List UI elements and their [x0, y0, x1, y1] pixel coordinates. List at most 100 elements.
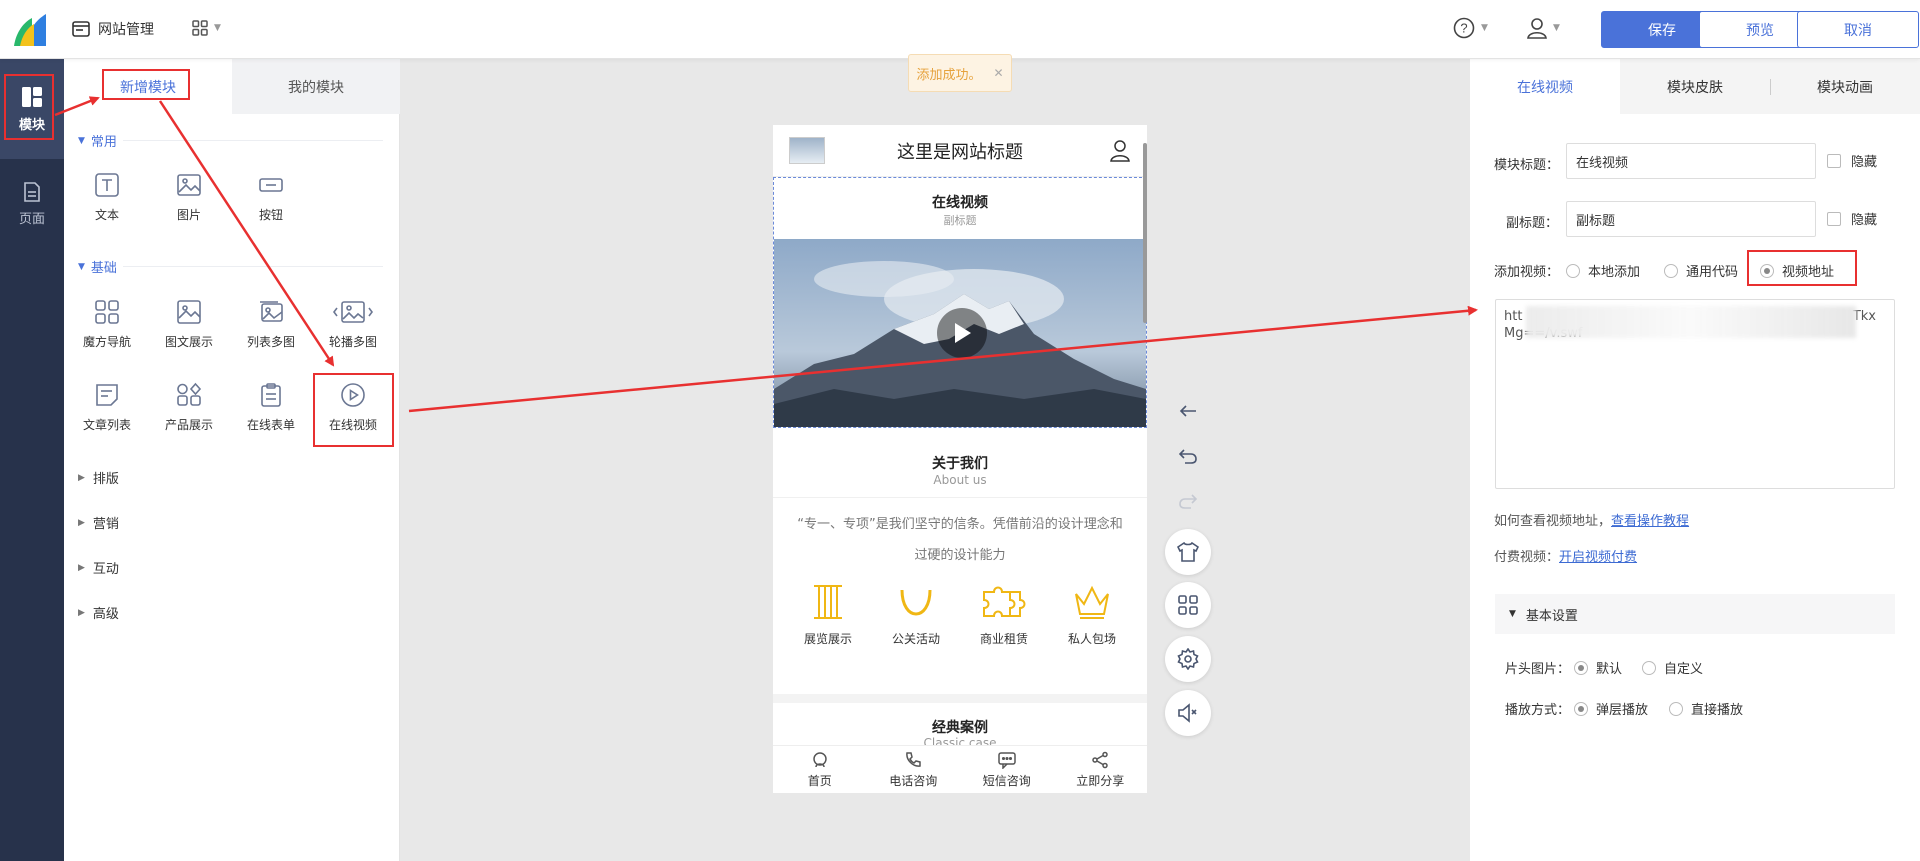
phone-scrollbar[interactable] [1143, 143, 1147, 323]
undo-button[interactable] [1165, 433, 1211, 479]
module-title-input[interactable]: 在线视频 [1566, 143, 1816, 179]
subtitle-label: 副标题： [1506, 216, 1559, 231]
tab-module-skin[interactable]: 模块皮肤 [1620, 59, 1770, 114]
caret-right-icon: ▶ [78, 472, 85, 483]
about-item[interactable]: 展览展示 [788, 582, 868, 647]
radio-circle-selected[interactable] [1574, 660, 1588, 675]
tab-my-module[interactable]: 我的模块 [232, 59, 400, 114]
tab-online-video[interactable]: 在线视频 [1470, 59, 1620, 114]
module-image-text-label: 图文展示 [164, 335, 213, 349]
module-icon [22, 86, 42, 107]
footer-share[interactable]: 立即分享 [1054, 746, 1148, 793]
section-basic[interactable]: ▼ 基础 [78, 257, 383, 276]
section-interaction[interactable]: ▶ 互动 [78, 558, 119, 577]
user-icon[interactable] [1109, 139, 1131, 163]
module-magic-nav[interactable]: 魔方导航 [72, 299, 142, 350]
collapse-left-button[interactable] [1165, 388, 1211, 434]
module-online-form[interactable]: 在线表单 [236, 382, 306, 433]
radio-circle[interactable] [1664, 263, 1678, 278]
module-image[interactable]: 图片 [154, 172, 224, 223]
help-menu[interactable]: ? ▼ [1453, 17, 1488, 39]
radio-circle-selected[interactable] [1574, 701, 1588, 716]
about-item[interactable]: 私人包场 [1052, 582, 1132, 647]
footer-home-label: 首页 [807, 773, 832, 788]
hide-title-checkbox[interactable]: 隐藏 [1827, 151, 1877, 170]
button-icon [259, 178, 283, 192]
radio-circle[interactable] [1566, 263, 1580, 278]
radio-video-url-label: 视频地址 [1782, 265, 1835, 280]
about-section: 关于我们 About us “专一、专项”是我们坚守的信条。凭借前沿的设计理念和… [773, 437, 1147, 694]
module-button[interactable]: 按钮 [236, 172, 306, 223]
radio-local-add[interactable]: 本地添加 [1566, 261, 1640, 280]
radio-video-url[interactable]: 视频地址 [1760, 261, 1834, 280]
section-marketing[interactable]: ▶ 营销 [78, 513, 119, 532]
about-item-label: 公关活动 [891, 632, 940, 646]
checkbox-box[interactable] [1827, 211, 1841, 226]
video-module[interactable]: 在线视频 副标题 [773, 177, 1147, 428]
grid-icon [192, 20, 208, 36]
settings-button[interactable] [1165, 636, 1211, 682]
toast-text: 添加成功。 [916, 67, 982, 83]
checkbox-box[interactable] [1827, 153, 1841, 168]
cover-image-label: 片头图片： [1505, 662, 1571, 677]
footer-home[interactable]: 首页 [773, 746, 867, 793]
radio-circle[interactable] [1669, 701, 1683, 716]
radio-circle[interactable] [1642, 660, 1656, 675]
section-common[interactable]: ▼ 常用 [78, 131, 383, 150]
basic-settings-header[interactable]: ▼ 基本设置 [1495, 594, 1895, 634]
section-marketing-label: 营销 [92, 517, 119, 532]
module-article-list[interactable]: 文章列表 [72, 382, 142, 433]
play-button[interactable] [937, 308, 987, 358]
paid-video-label: 付费视频： [1494, 550, 1560, 565]
modules-button[interactable] [1165, 582, 1211, 628]
redo-icon [1179, 494, 1197, 509]
enable-paid-link[interactable]: 开启视频付费 [1559, 550, 1637, 565]
about-item[interactable]: 商业租赁 [964, 582, 1044, 647]
close-icon[interactable]: ✕ [993, 66, 1003, 80]
module-list-multi-image[interactable]: 列表多图 [236, 299, 306, 350]
tutorial-link[interactable]: 查看操作教程 [1611, 514, 1689, 529]
nav-page[interactable]: 页面 [0, 164, 64, 244]
section-advanced[interactable]: ▶ 高级 [78, 603, 119, 622]
theme-button[interactable] [1165, 529, 1211, 575]
module-text[interactable]: 文本 [72, 172, 142, 223]
tab-module-animation[interactable]: 模块动画 [1770, 59, 1920, 114]
user-menu[interactable]: ▼ [1527, 17, 1560, 39]
footer-sms-label: 短信咨询 [982, 773, 1031, 788]
puzzle-icon [983, 586, 1026, 617]
radio-play-popup[interactable]: 弹层播放 [1574, 699, 1648, 718]
radio-cover-custom[interactable]: 自定义 [1642, 658, 1703, 677]
footer-sms[interactable]: 短信咨询 [960, 746, 1054, 793]
nav-module[interactable]: 模块 [0, 59, 64, 159]
tab-new-module[interactable]: 新增模块 [64, 59, 232, 114]
shirt-icon [1177, 542, 1199, 562]
apps-menu[interactable]: ▼ [192, 20, 221, 36]
site-manage-menu[interactable]: 网站管理 [72, 19, 154, 39]
radio-cover-default-label: 默认 [1596, 662, 1623, 677]
footer-phone[interactable]: 电话咨询 [867, 746, 961, 793]
music-button[interactable] [1165, 690, 1211, 736]
redaction-blur [1526, 306, 1856, 338]
module-product[interactable]: 产品展示 [154, 382, 224, 433]
cancel-button[interactable]: 取消 [1797, 11, 1919, 48]
about-item-label: 私人包场 [1067, 632, 1116, 646]
module-image-text[interactable]: 图文展示 [154, 299, 224, 350]
about-item[interactable]: 公关活动 [876, 582, 956, 647]
radio-play-direct[interactable]: 直接播放 [1669, 699, 1743, 718]
section-layout[interactable]: ▶ 排版 [78, 468, 119, 487]
left-nav: 模块 页面 [0, 59, 64, 861]
module-online-video[interactable]: 在线视频 [318, 382, 388, 433]
product-icon [177, 382, 202, 406]
radio-embed-code[interactable]: 通用代码 [1664, 261, 1738, 280]
hide-subtitle-checkbox[interactable]: 隐藏 [1827, 209, 1877, 228]
success-toast: 添加成功。 ✕ [908, 54, 1012, 92]
section-common-label: 常用 [90, 135, 117, 150]
module-carousel[interactable]: 轮播多图 [318, 299, 388, 350]
video-url-textarea[interactable]: httTkx Mg==/v.swf [1495, 299, 1895, 489]
radio-cover-default[interactable]: 默认 [1574, 658, 1622, 677]
bottom-bar: 首页 电话咨询 短信咨询 立即分享 [773, 745, 1147, 793]
subtitle-input[interactable]: 副标题 [1566, 201, 1816, 237]
radio-circle-selected[interactable] [1760, 263, 1774, 278]
redo-button[interactable] [1165, 478, 1211, 524]
module-button-label: 按钮 [258, 208, 283, 222]
